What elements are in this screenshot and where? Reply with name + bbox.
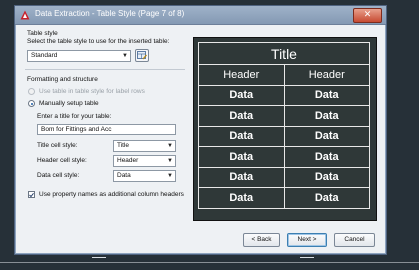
title-cell-style-dropdown[interactable]: Title ▼ [113, 140, 176, 152]
title-cell-style-label: Title cell style: [37, 142, 78, 149]
table-style-dialog-button[interactable] [135, 49, 149, 62]
preview-data-cell: Data [283, 146, 370, 168]
preview-row: Data Data [198, 125, 370, 147]
back-button[interactable]: < Back [243, 233, 280, 247]
data-cell-style-value: Data [117, 172, 131, 179]
preview-row: Data Data [198, 84, 370, 106]
close-button[interactable]: ✕ [353, 8, 382, 23]
cancel-button[interactable]: Cancel [334, 233, 375, 247]
preview-table: Title Header Header Data Data Data Data … [198, 42, 370, 209]
preview-row: Data Data [198, 166, 370, 188]
cad-drawing-line [0, 262, 419, 263]
preview-title-cell: Title [198, 42, 370, 65]
table-preview: Title Header Header Data Data Data Data … [193, 37, 377, 221]
data-cell-style-label: Data cell style: [37, 172, 80, 179]
preview-data-cell: Data [283, 84, 370, 106]
preview-data-cell: Data [198, 187, 285, 209]
preview-data-cell: Data [198, 125, 285, 147]
table-title-input[interactable]: Bom for Fittings and Acc [37, 124, 176, 135]
preview-header-cell: Header [198, 64, 285, 86]
preview-data-cell: Data [198, 105, 285, 127]
cad-marker [300, 257, 314, 264]
table-style-description: Select the table style to use for the in… [27, 38, 170, 45]
section-divider [25, 69, 185, 70]
close-icon: ✕ [363, 10, 372, 20]
label-rows-radio[interactable] [28, 88, 35, 95]
table-style-dropdown[interactable]: Standard ▼ [27, 50, 131, 62]
preview-row: Data Data [198, 146, 370, 168]
preview-row: Data Data [198, 105, 370, 127]
preview-data-cell: Data [198, 146, 285, 168]
table-style-heading: Table style [27, 30, 58, 37]
manual-setup-option-label: Manually setup table [39, 100, 99, 107]
formatting-heading: Formatting and structure [27, 76, 98, 83]
checkmark-icon [29, 192, 34, 197]
preview-data-cell: Data [283, 166, 370, 188]
autocad-logo-icon [19, 9, 31, 21]
title-cell-style-value: Title [117, 142, 130, 149]
property-names-checkbox[interactable] [28, 191, 35, 198]
preview-header-cell: Header [283, 64, 370, 86]
property-names-label: Use property names as additional column … [39, 191, 184, 198]
next-button[interactable]: Next > [287, 233, 327, 247]
header-cell-style-label: Header cell style: [37, 157, 87, 164]
preview-data-cell: Data [283, 187, 370, 209]
preview-data-cell: Data [198, 166, 285, 188]
header-cell-style-value: Header [117, 157, 139, 164]
chevron-down-icon: ▼ [167, 143, 173, 149]
table-title-prompt: Enter a title for your table: [37, 113, 112, 120]
preview-data-cell: Data [283, 125, 370, 147]
preview-data-cell: Data [283, 105, 370, 127]
chevron-down-icon: ▼ [167, 173, 173, 179]
edit-table-style-icon [137, 47, 147, 65]
data-cell-style-dropdown[interactable]: Data ▼ [113, 170, 176, 182]
table-style-value: Standard [31, 52, 58, 59]
chevron-down-icon: ▼ [167, 158, 173, 164]
manual-setup-radio[interactable] [28, 100, 35, 107]
dialog-titlebar[interactable]: Data Extraction - Table Style (Page 7 of… [15, 6, 386, 25]
preview-data-cell: Data [198, 84, 285, 106]
cad-marker [92, 257, 106, 264]
preview-row: Data Data [198, 187, 370, 209]
data-extraction-dialog: Data Extraction - Table Style (Page 7 of… [14, 5, 387, 255]
chevron-down-icon: ▼ [122, 53, 128, 59]
dialog-title: Data Extraction - Table Style (Page 7 of… [35, 9, 185, 18]
label-rows-option-label: Use table in table style for label rows [39, 88, 145, 95]
header-cell-style-dropdown[interactable]: Header ▼ [113, 155, 176, 167]
